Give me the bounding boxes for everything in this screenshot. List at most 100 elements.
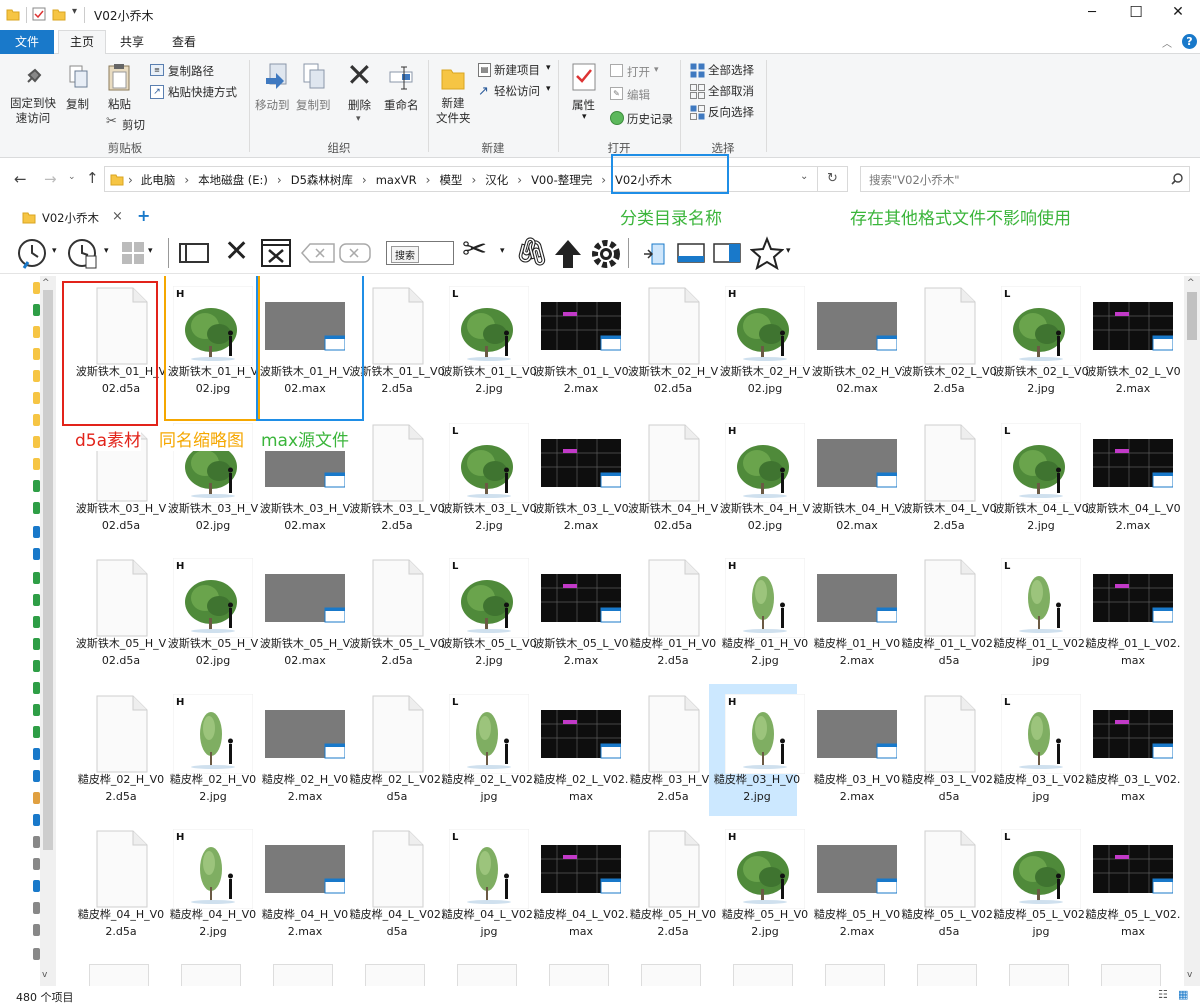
- file-item-partial[interactable]: [457, 964, 517, 986]
- nav-item-icon[interactable]: [33, 858, 40, 870]
- up-arrow-icon[interactable]: ↑: [86, 169, 99, 187]
- nav-item-icon[interactable]: [33, 282, 40, 294]
- file-item[interactable]: L 糙皮桦_02_L_V02.jpg: [441, 684, 536, 816]
- paste-shortcut-button[interactable]: 粘贴快捷方式: [168, 84, 237, 100]
- nav-item-icon[interactable]: [33, 836, 40, 848]
- nav-item-icon[interactable]: [33, 458, 40, 470]
- file-item[interactable]: 糙皮桦_01_L_V02.d5a: [901, 548, 996, 680]
- nav-item-icon[interactable]: [33, 902, 40, 914]
- breadcrumb-separator-icon[interactable]: ›: [426, 173, 431, 187]
- file-item[interactable]: 波斯铁木_02_H_V02.d5a: [625, 276, 718, 408]
- help-icon[interactable]: ?: [1182, 34, 1197, 49]
- paste-button[interactable]: 粘贴: [108, 96, 131, 112]
- file-item[interactable]: 波斯铁木_01_L_V02.max: [533, 276, 629, 408]
- copy-path-button[interactable]: 复制路径: [168, 63, 214, 79]
- select-none-button[interactable]: 全部取消: [708, 83, 754, 99]
- windows-icon[interactable]: [120, 240, 146, 266]
- file-item[interactable]: H 波斯铁木_02_H_V02.jpg: [717, 276, 810, 408]
- nav-item-icon[interactable]: [33, 594, 40, 606]
- cut-button[interactable]: 剪切: [122, 117, 145, 133]
- nav-item-icon[interactable]: [33, 392, 40, 404]
- delete-x-icon[interactable]: ✕: [224, 234, 249, 269]
- nav-item-icon[interactable]: [33, 726, 40, 738]
- tab-share[interactable]: 共享: [112, 30, 152, 54]
- nav-item-icon[interactable]: [33, 370, 40, 382]
- file-item[interactable]: 糙皮桦_02_H_V02.max: [257, 684, 348, 816]
- file-item[interactable]: 波斯铁木_05_H_V02.max: [257, 548, 350, 680]
- file-item[interactable]: H 糙皮桦_01_H_V02.jpg: [717, 548, 808, 680]
- recent-locations-icon[interactable]: ⌄: [68, 172, 76, 182]
- file-item[interactable]: 波斯铁木_03_L_V02.d5a: [349, 413, 445, 545]
- file-item[interactable]: 糙皮桦_03_L_V02.d5a: [901, 684, 996, 816]
- file-item-partial[interactable]: [273, 964, 333, 986]
- refresh-button[interactable]: ↻: [818, 166, 848, 192]
- file-item-partial[interactable]: [89, 964, 149, 986]
- new-tab-button[interactable]: +: [137, 206, 150, 225]
- nav-item-icon[interactable]: [33, 304, 40, 316]
- properties-button[interactable]: 属性: [572, 97, 595, 113]
- copy-button[interactable]: 复制: [66, 96, 89, 112]
- file-item-partial[interactable]: [825, 964, 885, 986]
- nav-item-icon[interactable]: [33, 880, 40, 892]
- move-to-button[interactable]: 移动到: [255, 97, 290, 113]
- details-view-icon[interactable]: ☷: [1158, 988, 1168, 1001]
- scissors-dropdown-icon[interactable]: ▾: [500, 246, 505, 256]
- details-pane-icon[interactable]: [676, 240, 706, 266]
- file-item[interactable]: 糙皮桦_04_H_V02.d5a: [73, 819, 164, 951]
- file-item[interactable]: 糙皮桦_01_H_V02.d5a: [625, 548, 716, 680]
- new-folder-quick-icon[interactable]: [52, 7, 66, 21]
- rename-button[interactable]: 重命名: [384, 97, 419, 113]
- nav-item-icon[interactable]: [33, 436, 40, 448]
- file-item[interactable]: 波斯铁木_03_L_V02.max: [533, 413, 629, 545]
- new-item-button[interactable]: 新建项目: [494, 62, 540, 78]
- file-item[interactable]: 波斯铁木_02_L_V02.d5a: [901, 276, 997, 408]
- minimize-button[interactable]: ─: [1080, 5, 1104, 20]
- close-window-icon[interactable]: [260, 238, 292, 268]
- file-item[interactable]: 波斯铁木_05_L_V02.d5a: [349, 548, 445, 680]
- properties-quick-icon[interactable]: [32, 7, 46, 21]
- file-item[interactable]: 糙皮桦_01_L_V02.max: [1085, 548, 1180, 680]
- file-item[interactable]: 糙皮桦_05_H_V02.d5a: [625, 819, 716, 951]
- new-folder-button[interactable]: 新建 文件夹: [436, 96, 471, 126]
- delete-button[interactable]: 删除: [348, 97, 371, 113]
- file-item[interactable]: L 波斯铁木_04_L_V02.jpg: [993, 413, 1089, 545]
- toolbar-search-field[interactable]: 搜索: [386, 241, 454, 265]
- nav-item-icon[interactable]: [33, 660, 40, 672]
- file-item[interactable]: L 糙皮桦_03_L_V02.jpg: [993, 684, 1088, 816]
- nav-item-icon[interactable]: [33, 616, 40, 628]
- file-item[interactable]: 波斯铁木_04_H_V02.d5a: [625, 413, 718, 545]
- preview-pane-icon[interactable]: [640, 240, 670, 268]
- file-item-partial[interactable]: [733, 964, 793, 986]
- file-item[interactable]: L 波斯铁木_03_L_V02.jpg: [441, 413, 537, 545]
- toolbar-search-button[interactable]: 搜索: [391, 246, 419, 263]
- large-icons-view-icon[interactable]: ▦: [1178, 988, 1188, 1001]
- address-dropdown-icon[interactable]: ⌄: [800, 171, 808, 182]
- nav-scroll-down-icon[interactable]: v: [42, 970, 47, 980]
- file-item-partial[interactable]: [1101, 964, 1161, 986]
- breadcrumb-separator-icon[interactable]: ›: [277, 173, 282, 187]
- close-button[interactable]: ✕: [1166, 4, 1190, 20]
- nav-item-icon[interactable]: [33, 326, 40, 338]
- nav-item-icon[interactable]: [33, 770, 40, 782]
- nav-item-icon[interactable]: [33, 414, 40, 426]
- nav-item-icon[interactable]: [33, 526, 40, 538]
- file-item[interactable]: 糙皮桦_04_L_V02.max: [533, 819, 628, 951]
- file-item[interactable]: L 糙皮桦_05_L_V02.jpg: [993, 819, 1088, 951]
- nav-item-icon[interactable]: [33, 924, 40, 936]
- file-item[interactable]: 糙皮桦_04_L_V02.d5a: [349, 819, 444, 951]
- file-item[interactable]: H 糙皮桦_04_H_V02.jpg: [165, 819, 256, 951]
- nav-scroll-up-icon[interactable]: ^: [42, 278, 50, 288]
- file-item-partial[interactable]: [549, 964, 609, 986]
- file-item-partial[interactable]: [641, 964, 701, 986]
- nav-item-icon[interactable]: [33, 572, 40, 584]
- file-item[interactable]: H 波斯铁木_05_H_V02.jpg: [165, 548, 258, 680]
- panel-icon[interactable]: [178, 240, 210, 266]
- tab-close-icon[interactable]: ×: [112, 209, 123, 224]
- pin-quick-access-button[interactable]: 固定到快 速访问: [6, 96, 60, 126]
- easy-access-dropdown-icon[interactable]: ▾: [546, 84, 551, 94]
- scroll-thumb[interactable]: [1187, 292, 1197, 340]
- file-item[interactable]: 波斯铁木_04_H_V02.max: [809, 413, 902, 545]
- history-button[interactable]: 历史记录: [627, 111, 673, 127]
- up-arrow-icon[interactable]: [552, 238, 584, 270]
- easy-access-button[interactable]: 轻松访问: [494, 83, 540, 99]
